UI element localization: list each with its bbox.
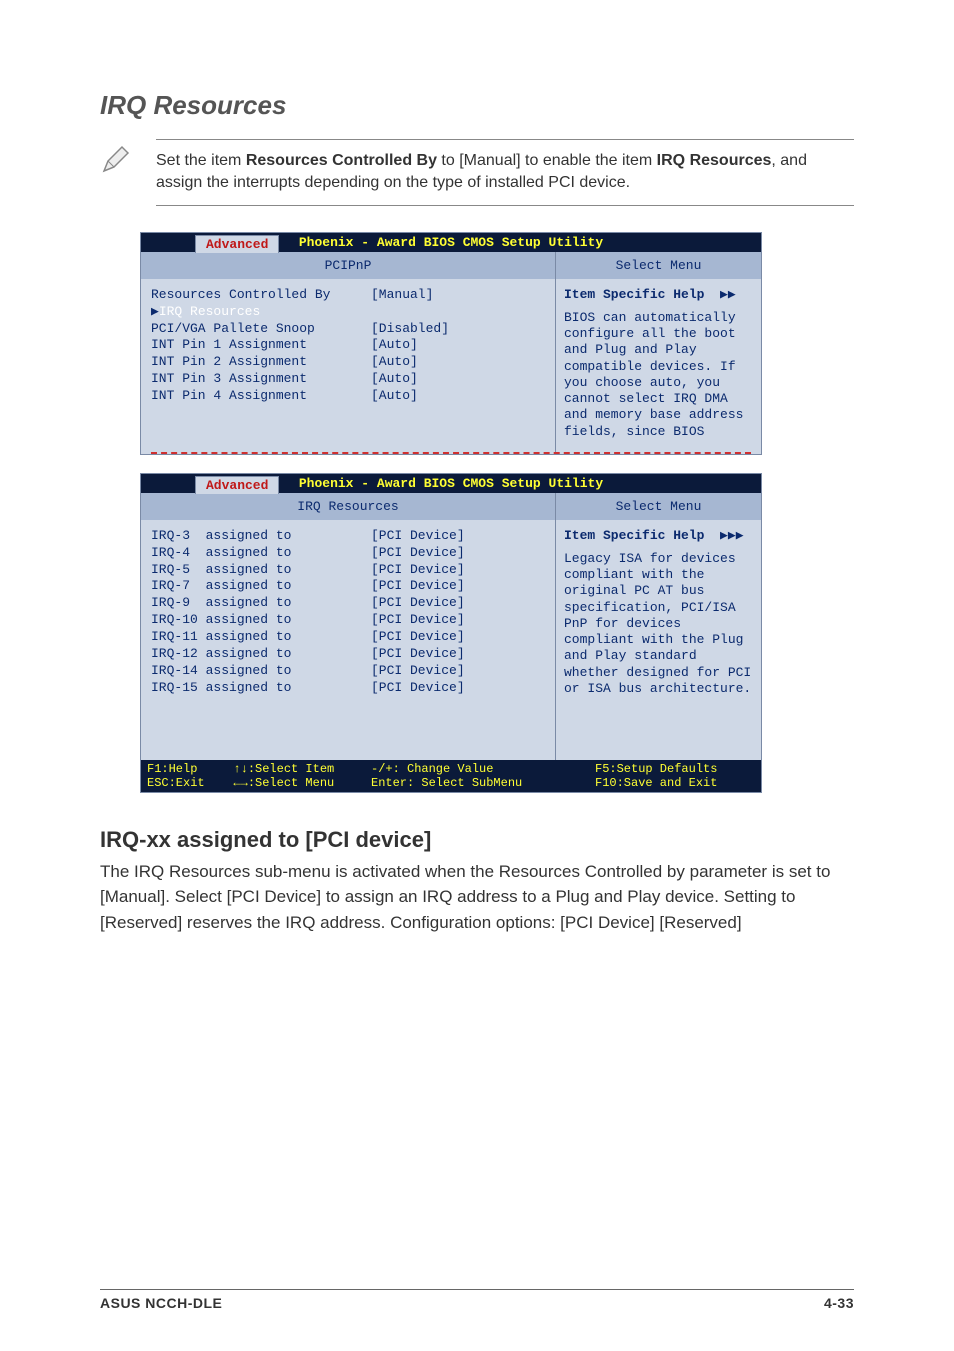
bios-setting-value: [PCI Device]: [371, 595, 545, 612]
bios-setting-label: PCI/VGA Pallete Snoop: [151, 321, 371, 338]
bios-left-header: IRQ Resources: [141, 493, 556, 520]
bios-setting-row: Resources Controlled By[Manual]: [151, 287, 545, 304]
bios-screen-irq-resources: Phoenix - Award BIOS CMOS Setup Utility …: [140, 473, 854, 793]
truncation-indicator: [151, 452, 751, 454]
bios-setting-row: IRQ-7 assigned to[PCI Device]: [151, 578, 545, 595]
pencil-icon: [100, 143, 132, 175]
bios-screen-pcipnp: Phoenix - Award BIOS CMOS Setup Utility …: [140, 232, 854, 455]
bios-setting-value: [PCI Device]: [371, 562, 545, 579]
bios-setting-value: [PCI Device]: [371, 629, 545, 646]
help-title-text: Item Specific Help: [564, 287, 704, 302]
bios-setting-value: [PCI Device]: [371, 612, 545, 629]
bios-setting-label: IRQ-7 assigned to: [151, 578, 371, 595]
legend-enter: Enter: Select SubMenu: [371, 776, 571, 790]
legend-save: F10:Save and Exit: [595, 776, 755, 790]
help-arrows-icon: ▶▶: [712, 287, 735, 302]
bios-setting-value: [Auto]: [371, 337, 545, 354]
bios-setting-label: INT Pin 1 Assignment: [151, 337, 371, 354]
bios-setting-value: [PCI Device]: [371, 578, 545, 595]
bios-setting-row: IRQ-12 assigned to[PCI Device]: [151, 646, 545, 663]
bios-help-panel: Item Specific Help ▶▶ BIOS can automatic…: [556, 279, 761, 452]
bios-titlebar: Phoenix - Award BIOS CMOS Setup Utility …: [141, 233, 761, 252]
help-title-text: Item Specific Help: [564, 528, 704, 543]
bios-setting-row: INT Pin 2 Assignment[Auto]: [151, 354, 545, 371]
bios-setting-label: IRQ-12 assigned to: [151, 646, 371, 663]
bios-setting-label: IRQ-9 assigned to: [151, 595, 371, 612]
bios-setting-row: PCI/VGA Pallete Snoop[Disabled]: [151, 321, 545, 338]
note-text-pre: Set the item: [156, 152, 246, 169]
bios-help-panel: Item Specific Help ▶▶▶ Legacy ISA for de…: [556, 520, 761, 760]
bios-main-panel: IRQ-3 assigned to[PCI Device]IRQ-4 assig…: [141, 520, 556, 760]
section-heading: IRQ-xx assigned to [PCI device]: [100, 827, 854, 853]
bios-setting-label: IRQ-4 assigned to: [151, 545, 371, 562]
bios-setting-label: IRQ-11 assigned to: [151, 629, 371, 646]
bios-setting-label: Resources Controlled By: [151, 287, 371, 304]
section-body: The IRQ Resources sub-menu is activated …: [100, 859, 854, 936]
bios-setting-label: IRQ-3 assigned to: [151, 528, 371, 545]
bios-setting-label: IRQ-10 assigned to: [151, 612, 371, 629]
bios-right-header: Select Menu: [556, 493, 761, 520]
bios-setting-value: [Auto]: [371, 388, 545, 405]
note-text: Set the item Resources Controlled By to …: [156, 139, 854, 206]
note-block: Set the item Resources Controlled By to …: [100, 139, 854, 206]
help-arrows-icon: ▶▶▶: [712, 528, 743, 543]
bios-setting-row: IRQ-3 assigned to[PCI Device]: [151, 528, 545, 545]
bios-title-text: Phoenix - Award BIOS CMOS Setup Utility: [299, 235, 603, 250]
note-bold-2: IRQ Resources: [657, 152, 772, 169]
bios-setting-label: INT Pin 2 Assignment: [151, 354, 371, 371]
bios-setting-value: [PCI Device]: [371, 646, 545, 663]
bios-setting-row: IRQ-4 assigned to[PCI Device]: [151, 545, 545, 562]
bios-setting-value: [PCI Device]: [371, 680, 545, 697]
page-footer: ASUS NCCH-DLE 4-33: [100, 1289, 854, 1311]
footer-product: ASUS NCCH-DLE: [100, 1295, 222, 1311]
bios-right-header: Select Menu: [556, 252, 761, 279]
bios-setting-value: [Auto]: [371, 354, 545, 371]
bios-tab-advanced: Advanced: [195, 235, 279, 253]
help-text: Legacy ISA for devices compliant with th…: [564, 551, 753, 697]
bios-left-header: PCIPnP: [141, 252, 556, 279]
bios-footer-legend: F1:Help ↑↓:Select Item ESC:Exit ←→:Selec…: [141, 760, 761, 792]
bios-setting-label: IRQ-15 assigned to: [151, 680, 371, 697]
legend-change: -/+: Change Value: [371, 762, 571, 776]
bios-setting-value: [PCI Device]: [371, 528, 545, 545]
bios-setting-row: IRQ-11 assigned to[PCI Device]: [151, 629, 545, 646]
bios-setting-value: [379, 304, 545, 321]
bios-setting-value: [PCI Device]: [371, 663, 545, 680]
bios-setting-value: [Disabled]: [371, 321, 545, 338]
bios-setting-row: INT Pin 1 Assignment[Auto]: [151, 337, 545, 354]
note-text-mid: to [Manual] to enable the item: [437, 152, 657, 169]
bios-setting-label: IRQ-5 assigned to: [151, 562, 371, 579]
bios-setting-value: [PCI Device]: [371, 545, 545, 562]
bios-setting-row: IRQ-5 assigned to[PCI Device]: [151, 562, 545, 579]
bios-setting-row: INT Pin 3 Assignment[Auto]: [151, 371, 545, 388]
page-title: IRQ Resources: [100, 90, 854, 121]
bios-title-text: Phoenix - Award BIOS CMOS Setup Utility: [299, 476, 603, 491]
bios-setting-row: IRQ-10 assigned to[PCI Device]: [151, 612, 545, 629]
bios-setting-row: INT Pin 4 Assignment[Auto]: [151, 388, 545, 405]
bios-main-panel: Resources Controlled By[Manual]IRQ Resou…: [141, 279, 556, 452]
legend-help: F1:Help ↑↓:Select Item: [147, 762, 347, 776]
bios-setting-row: IRQ Resources: [151, 304, 545, 321]
bios-setting-row: IRQ-14 assigned to[PCI Device]: [151, 663, 545, 680]
legend-defaults: F5:Setup Defaults: [595, 762, 755, 776]
legend-exit: ESC:Exit ←→:Select Menu: [147, 776, 347, 790]
help-text: BIOS can automatically configure all the…: [564, 310, 753, 440]
bios-setting-label: IRQ-14 assigned to: [151, 663, 371, 680]
note-bold-1: Resources Controlled By: [246, 152, 437, 169]
bios-setting-label: IRQ Resources: [159, 304, 379, 321]
bios-setting-label: INT Pin 3 Assignment: [151, 371, 371, 388]
bios-titlebar: Phoenix - Award BIOS CMOS Setup Utility …: [141, 474, 761, 493]
bios-setting-value: [Manual]: [371, 287, 545, 304]
bios-setting-row: IRQ-15 assigned to[PCI Device]: [151, 680, 545, 697]
bios-tab-advanced: Advanced: [195, 476, 279, 494]
bios-setting-row: IRQ-9 assigned to[PCI Device]: [151, 595, 545, 612]
footer-page-number: 4-33: [824, 1295, 854, 1311]
bios-setting-label: INT Pin 4 Assignment: [151, 388, 371, 405]
bios-setting-value: [Auto]: [371, 371, 545, 388]
